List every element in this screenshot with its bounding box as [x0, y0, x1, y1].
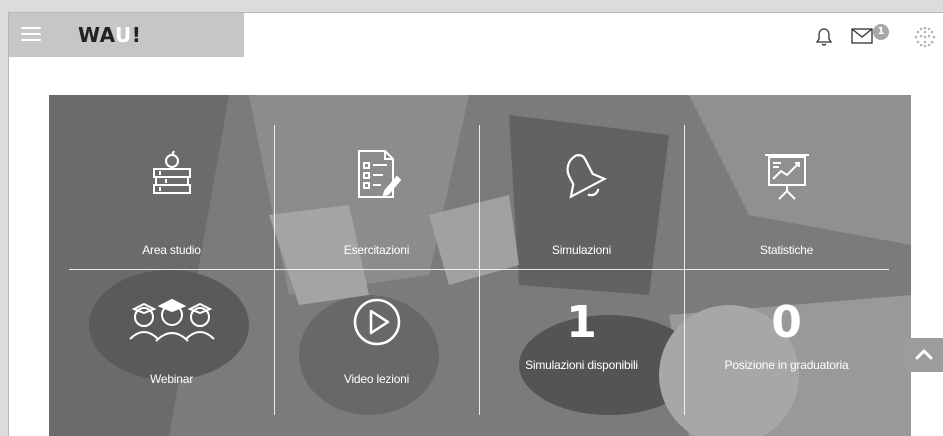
tile-label: Webinar — [149, 372, 194, 386]
tile-label: Esercitazioni — [343, 243, 410, 257]
tile-label: Video lezioni — [343, 372, 410, 386]
graduates-icon — [128, 298, 215, 342]
mail-count-badge: 1 — [873, 24, 889, 40]
tile-video-lezioni[interactable]: Video lezioni — [274, 271, 479, 411]
ranking-position: 0 — [771, 297, 802, 348]
play-icon — [353, 298, 400, 346]
tile-grid: Area studio Esercitazioni Simulazioni St… — [49, 95, 911, 436]
tile-label: Area studio — [142, 243, 201, 257]
app-frame: WAU! 1 Area studio Esercitazioni Simulaz… — [8, 12, 943, 436]
tile-label: Simulazioni disponibili — [525, 358, 638, 372]
chart-board-icon — [764, 154, 809, 200]
logo[interactable]: WAU! — [78, 23, 141, 47]
tile-simulazioni[interactable]: Simulazioni — [479, 129, 684, 269]
chevron-up-icon — [915, 349, 933, 360]
tile-posizione-graduatoria[interactable]: 0 Posizione in graduatoria — [684, 271, 889, 411]
brand-bar: WAU! — [9, 13, 244, 57]
bell-icon[interactable] — [815, 27, 833, 47]
scroll-to-top-button[interactable] — [905, 338, 943, 372]
simulations-count: 1 — [566, 297, 597, 348]
menu-icon[interactable] — [21, 26, 41, 42]
tile-label: Posizione in graduatoria — [724, 358, 849, 372]
bell-icon — [566, 153, 607, 199]
books-apple-icon — [152, 150, 191, 194]
top-bar: WAU! 1 — [9, 13, 943, 57]
tile-webinar[interactable]: Webinar — [69, 271, 274, 411]
mail-icon[interactable] — [851, 28, 873, 44]
dashboard-hero: Area studio Esercitazioni Simulazioni St… — [49, 95, 911, 436]
tile-label: Simulazioni — [551, 243, 612, 257]
tile-label: Statistiche — [759, 243, 814, 257]
tile-statistiche[interactable]: Statistiche — [684, 129, 889, 269]
tile-area-studio[interactable]: Area studio — [69, 129, 274, 269]
tile-esercitazioni[interactable]: Esercitazioni — [274, 129, 479, 269]
globe-icon[interactable] — [913, 25, 937, 49]
checklist-icon — [357, 150, 401, 198]
tile-simulazioni-disponibili[interactable]: 1 Simulazioni disponibili — [479, 271, 684, 411]
tile-divider — [69, 269, 889, 270]
